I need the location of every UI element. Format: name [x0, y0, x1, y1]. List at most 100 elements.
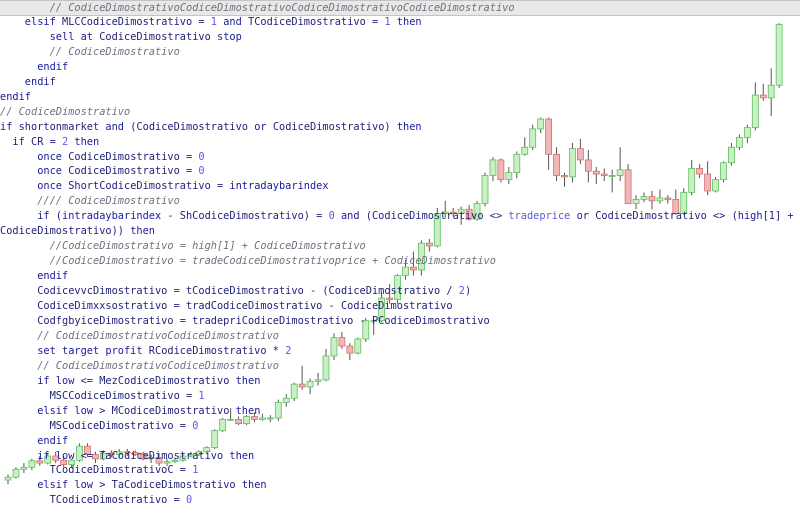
- code-token: // CodiceDimostrativo: [0, 45, 180, 58]
- code-line[interactable]: once CodiceDimostrativo = 0: [0, 150, 205, 165]
- code-token: <= MezCodiceDimostrativo: [74, 374, 236, 387]
- code-token: endif: [0, 90, 31, 103]
- code-line[interactable]: TCodiceDimostrativoC = 1: [0, 463, 199, 478]
- code-token: TCodiceDimostrativo =: [0, 494, 186, 507]
- code-line[interactable]: sell at CodiceDimostrativo stop: [0, 30, 242, 45]
- code-token: then: [68, 135, 100, 148]
- code-line[interactable]: TCodiceDimostrativo = 0: [0, 493, 193, 508]
- code-token: endif: [0, 434, 69, 447]
- code-token: elsif: [0, 479, 75, 492]
- code-token: CodfgbyiceDimostrativo = tradepriCodiceD…: [0, 314, 490, 327]
- code-token: tradeprice: [508, 210, 571, 223]
- code-token: then: [390, 15, 422, 28]
- code-token: or: [570, 210, 596, 223]
- code-token: then: [229, 449, 255, 462]
- code-token: or: [254, 120, 273, 133]
- code-line[interactable]: elsif low > MCodiceDimostrativo then: [0, 404, 260, 419]
- code-line[interactable]: if (intradaybarindex - ShCodiceDimostrat…: [0, 209, 800, 224]
- code-token: > TaCodiceDimostrativo: [93, 479, 242, 492]
- code-token: once: [0, 180, 69, 193]
- code-line[interactable]: if low <= TaCodiceDimostrativo then: [0, 449, 254, 464]
- code-line[interactable]: MSCCodiceDimostrativo = 1: [0, 389, 205, 404]
- code-line[interactable]: MSCodiceDimostrativo = 0: [0, 419, 199, 434]
- code-token: then: [130, 225, 155, 238]
- code-line[interactable]: elsif low > TaCodiceDimostrativo then: [0, 478, 267, 493]
- code-token: once: [0, 165, 69, 178]
- code-token: 0: [198, 165, 205, 178]
- code-line[interactable]: if low <= MezCodiceDimostrativo then: [0, 374, 260, 389]
- code-line[interactable]: // CodiceDimostrativoCodiceDimostrativo: [0, 359, 279, 374]
- code-token: CodicevvcDimostrativo = tCodiceDimostrat…: [0, 285, 459, 298]
- code-token: CodiceDimostrativo): [272, 120, 397, 133]
- code-token: then: [235, 374, 261, 387]
- code-token: elsif: [0, 15, 62, 28]
- code-token: (CodiceDimostrativo <>: [365, 210, 509, 223]
- code-token: CodiceDimostrativo)): [0, 225, 131, 238]
- code-token: low: [74, 404, 94, 417]
- code-token: set target profit: [0, 344, 149, 357]
- code-line[interactable]: CodiceDimostrativo)) then: [0, 224, 155, 239]
- code-token: intradaybarindex: [229, 180, 329, 193]
- code-token: <= TaCodiceDimostrativo: [74, 449, 230, 462]
- code-line[interactable]: CodiceDimxxsostrativo = tradCodiceDimost…: [0, 299, 453, 314]
- code-token: (CodiceDimostrativo: [130, 120, 255, 133]
- code-line[interactable]: // CodiceDimostrativo: [0, 105, 130, 120]
- code-token: TCodiceDimostrativoC =: [0, 464, 193, 477]
- code-token: elsif: [0, 404, 75, 417]
- code-token: stop: [217, 30, 242, 43]
- code-token: and: [217, 15, 248, 28]
- code-token: > MCodiceDimostrativo: [93, 404, 236, 417]
- code-line[interactable]: once CodiceDimostrativo = 0: [0, 164, 205, 179]
- code-token: CR =: [31, 135, 62, 148]
- code-token: //// CodiceDimostrativo: [0, 195, 180, 208]
- code-token: [1] +: [762, 210, 800, 223]
- code-token: shortonmarket: [18, 120, 106, 133]
- code-token: then: [396, 120, 422, 133]
- code-token: RCodiceDimostrativo *: [148, 344, 286, 357]
- code-line[interactable]: endif: [0, 269, 68, 284]
- code-line[interactable]: set target profit RCodiceDimostrativo * …: [0, 344, 291, 359]
- code-token: 0: [198, 150, 205, 163]
- code-token: endif: [0, 60, 69, 73]
- code-token: // CodiceDimostrativoCodiceDimostrativoC…: [0, 2, 515, 14]
- code-line[interactable]: endif: [0, 60, 68, 75]
- code-token: then: [241, 479, 267, 492]
- code-line[interactable]: endif: [0, 90, 31, 105]
- code-token: CodiceDimostrativo: [99, 30, 217, 43]
- code-token: 2: [285, 344, 292, 357]
- code-token: (intradaybarindex: [55, 210, 162, 223]
- code-token: // CodiceDimostrativoCodiceDimostrativo: [0, 329, 279, 342]
- code-line[interactable]: CodfgbyiceDimostrativo = tradepriCodiceD…: [0, 314, 490, 329]
- code-line[interactable]: if CR = 2 then: [0, 135, 99, 150]
- code-token: MSCodiceDimostrativo =: [0, 419, 193, 432]
- code-line[interactable]: if shortonmarket and (CodiceDimostrativo…: [0, 120, 422, 135]
- code-token: endif: [0, 75, 56, 88]
- code-token: low: [55, 449, 75, 462]
- code-token: 1: [192, 464, 199, 477]
- code-line[interactable]: endif: [0, 434, 68, 449]
- code-line[interactable]: //// CodiceDimostrativo: [0, 194, 180, 209]
- code-token: if: [0, 210, 56, 223]
- code-token: if: [0, 120, 19, 133]
- code-line-current[interactable]: // CodiceDimostrativoCodiceDimostrativoC…: [0, 0, 800, 16]
- code-token: 0: [185, 494, 193, 507]
- code-token: // CodiceDimostrativoCodiceDimostrativo: [0, 359, 279, 372]
- code-line[interactable]: //CodiceDimostrativo = tradeCodiceDimost…: [0, 254, 496, 269]
- code-line[interactable]: // CodiceDimostrativoCodiceDimostrativo: [0, 329, 279, 344]
- code-token: and: [105, 120, 131, 133]
- code-line[interactable]: elsif MLCCodiceDimostrativo = 1 and TCod…: [0, 15, 422, 30]
- code-token: high: [737, 210, 763, 223]
- code-line[interactable]: //CodiceDimostrativo = high[1] + CodiceD…: [0, 239, 366, 254]
- code-token: once: [0, 150, 69, 163]
- code-token: sell at: [0, 30, 100, 43]
- code-editor[interactable]: // CodiceDimostrativoCodiceDimostrativoC…: [0, 0, 800, 513]
- code-token: endif: [0, 270, 69, 283]
- code-line[interactable]: CodicevvcDimostrativo = tCodiceDimostrat…: [0, 284, 471, 299]
- code-line[interactable]: endif: [0, 75, 56, 90]
- code-token: CodiceDimxxsostrativo = tradCodiceDimost…: [0, 300, 453, 312]
- code-line[interactable]: once ShortCodiceDimostrativo = intradayb…: [0, 179, 329, 194]
- code-token: 0: [192, 419, 199, 432]
- code-token: MSCCodiceDimostrativo =: [0, 389, 199, 402]
- code-line[interactable]: // CodiceDimostrativo: [0, 45, 180, 60]
- code-token: MLCCodiceDimostrativo =: [62, 15, 211, 28]
